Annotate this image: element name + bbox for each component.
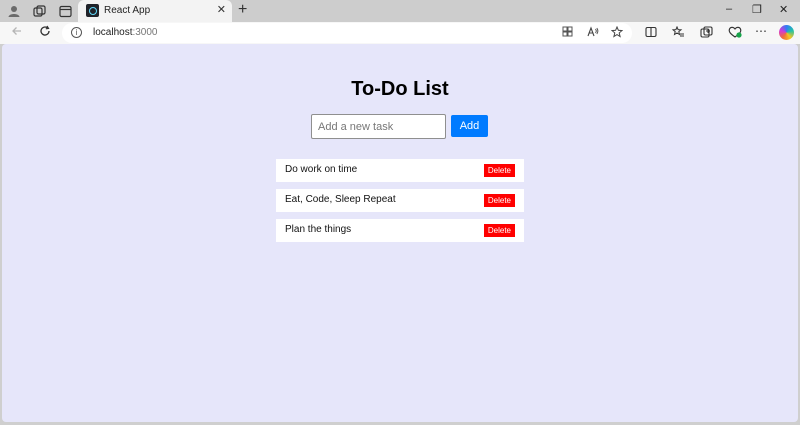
- minimize-icon[interactable]: –: [726, 3, 732, 15]
- profile-icon[interactable]: [6, 3, 22, 19]
- read-aloud-icon[interactable]: [587, 26, 599, 40]
- page-viewport: To-Do List Add Do work on time Delete Ea…: [2, 44, 798, 422]
- page-title: To-Do List: [351, 78, 449, 100]
- tab-actions-icon[interactable]: [57, 3, 73, 19]
- add-task-button[interactable]: Add: [451, 115, 488, 137]
- favorite-star-icon[interactable]: [610, 25, 624, 41]
- list-item: Plan the things Delete: [276, 219, 524, 242]
- task-text: Eat, Code, Sleep Repeat: [285, 194, 396, 205]
- window-close-icon[interactable]: ✕: [779, 3, 788, 16]
- list-item: Eat, Code, Sleep Repeat Delete: [276, 189, 524, 212]
- task-text: Do work on time: [285, 164, 358, 175]
- task-list: Do work on time Delete Eat, Code, Sleep …: [276, 159, 524, 249]
- address-bar[interactable]: i localhost:3000: [62, 23, 632, 43]
- workspaces-icon[interactable]: [31, 3, 47, 19]
- tab-title: React App: [104, 5, 151, 16]
- new-task-input[interactable]: [311, 114, 446, 139]
- browser-essentials-icon[interactable]: [728, 26, 742, 41]
- refresh-icon[interactable]: [39, 25, 51, 40]
- browser-tab-strip: React App ✕ + – ❐ ✕: [0, 0, 800, 22]
- task-text: Plan the things: [285, 224, 352, 235]
- address-url: localhost:3000: [93, 27, 158, 38]
- delete-task-button[interactable]: Delete: [483, 164, 515, 177]
- tab-react-app[interactable]: React App ✕: [78, 0, 232, 22]
- more-icon[interactable]: ⋯: [755, 24, 767, 38]
- copilot-icon[interactable]: [779, 25, 794, 40]
- restore-icon[interactable]: ❐: [752, 3, 762, 16]
- collections-icon[interactable]: [700, 26, 713, 41]
- react-favicon-icon: [86, 4, 99, 17]
- back-arrow-icon[interactable]: [11, 25, 23, 40]
- tab-close-icon[interactable]: ✕: [217, 3, 226, 16]
- list-item: Do work on time Delete: [276, 159, 524, 182]
- browser-toolbar: i localhost:3000 ⋯: [0, 22, 800, 44]
- favorites-icon[interactable]: [671, 25, 685, 41]
- info-icon[interactable]: i: [71, 27, 82, 38]
- app-available-icon[interactable]: [562, 26, 573, 40]
- delete-task-button[interactable]: Delete: [483, 194, 515, 207]
- new-tab-button[interactable]: +: [238, 1, 247, 19]
- delete-task-button[interactable]: Delete: [483, 224, 515, 237]
- split-screen-icon[interactable]: [645, 26, 657, 41]
